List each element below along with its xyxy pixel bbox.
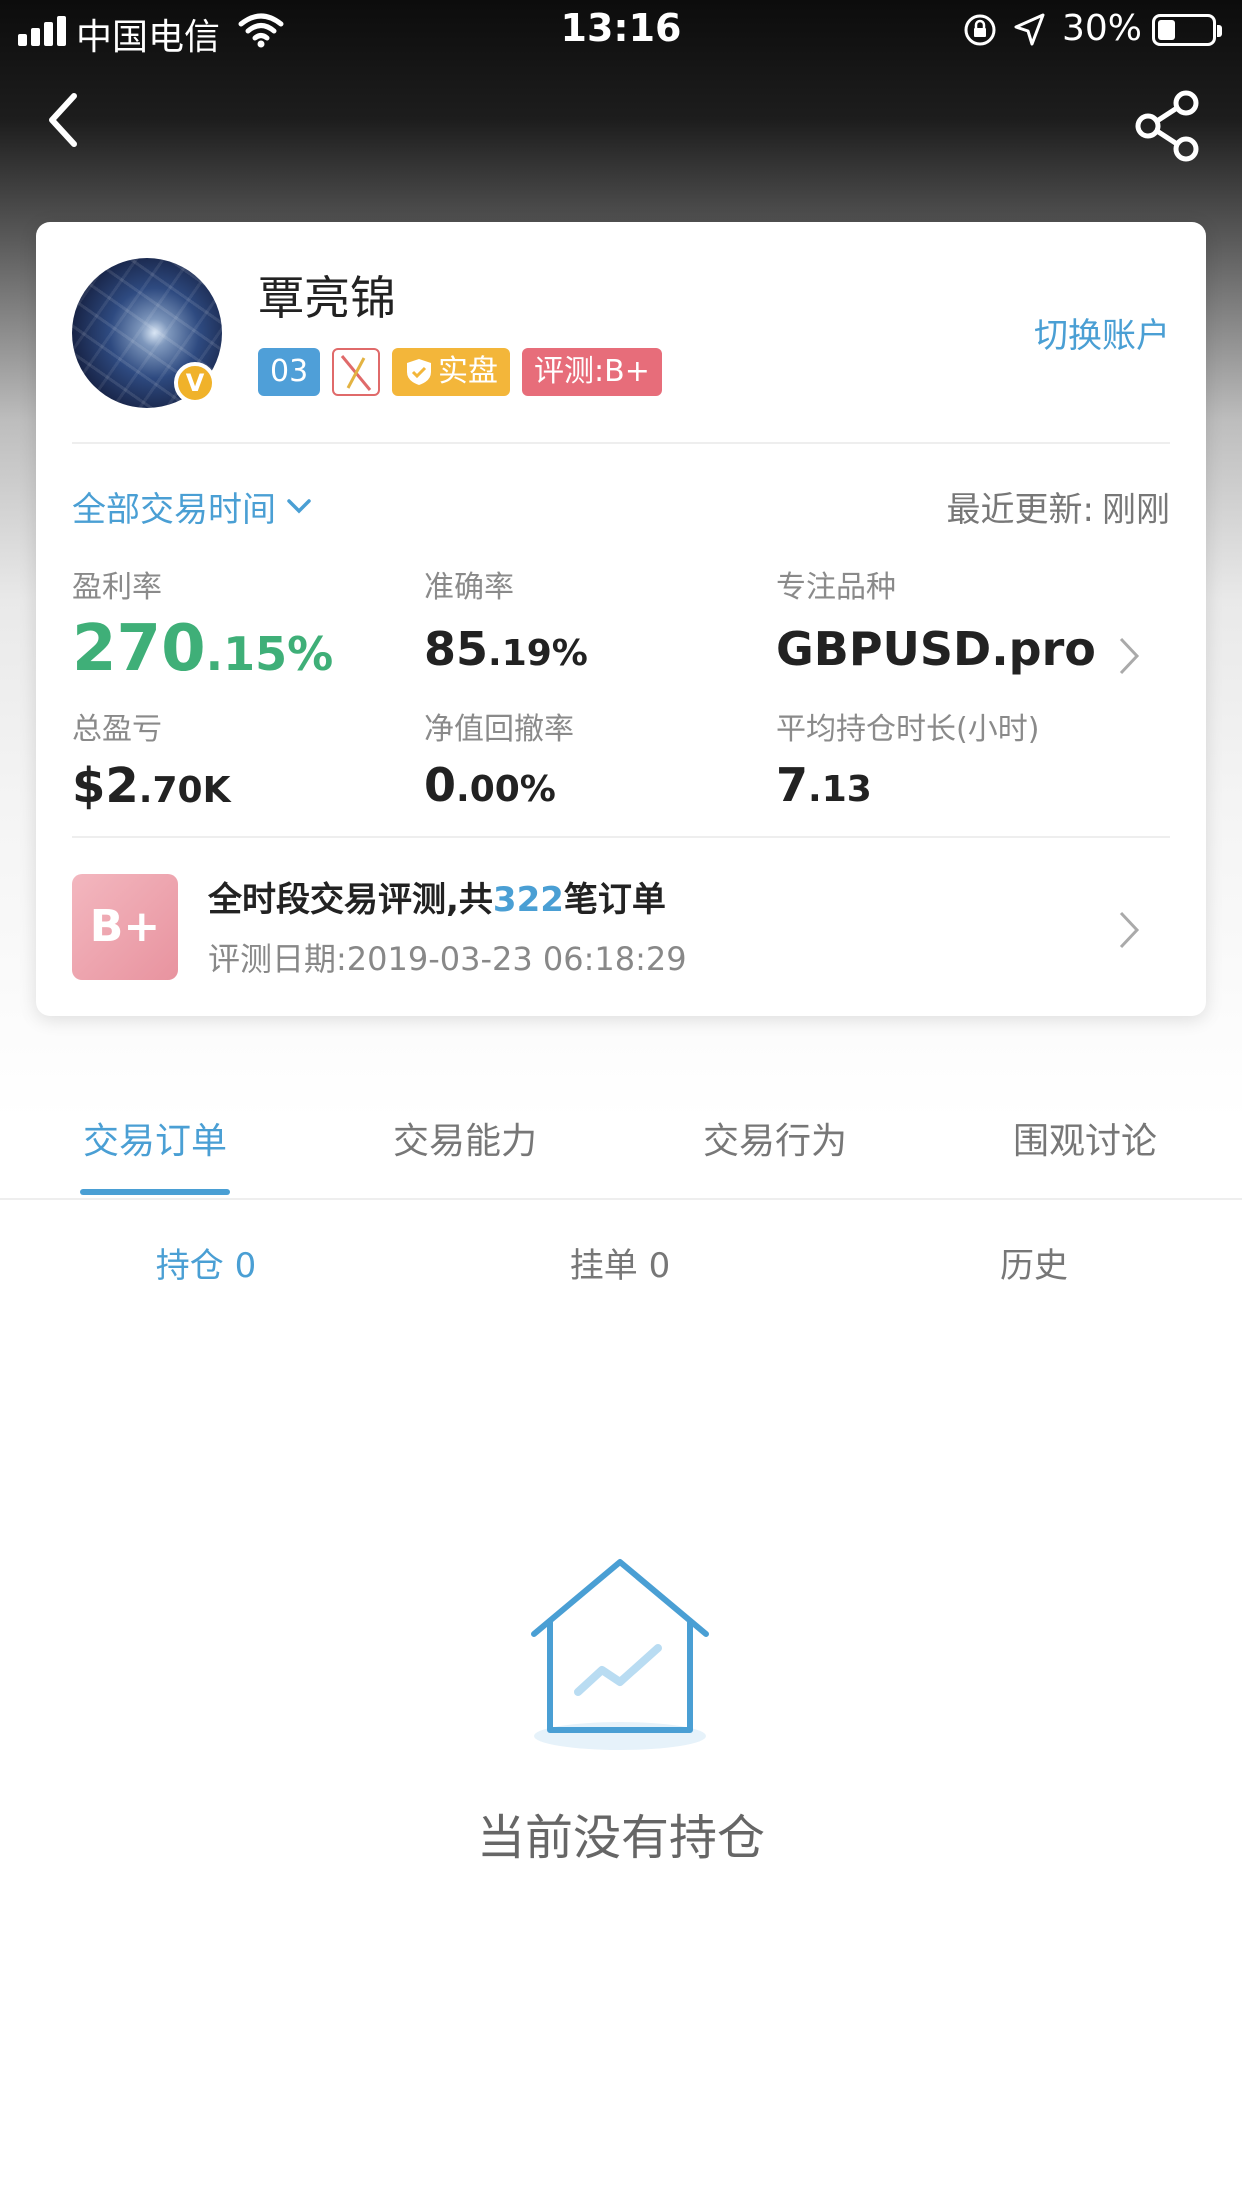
x-tag-icon — [332, 348, 380, 396]
stat-label: 盈利率 — [72, 570, 162, 605]
stat-total-pnl: 总盈亏 $2.70K — [72, 704, 230, 814]
chevron-right-icon[interactable] — [1118, 910, 1140, 950]
tag-list: 03 实盘 评测:B+ — [258, 348, 662, 396]
evaluation-tag: 评测:B+ — [522, 348, 662, 396]
stat-focus-symbol[interactable]: 专注品种 GBPUSD.pro — [776, 562, 1096, 676]
empty-state-text: 当前没有持仓 — [476, 1810, 765, 1866]
subtab-pending-orders[interactable]: 挂单 0 — [470, 1238, 770, 1287]
back-icon[interactable] — [46, 92, 78, 148]
divider — [72, 836, 1170, 838]
period-label: 全部交易时间 — [72, 490, 276, 530]
profile-card: V 覃亮锦 03 实盘 评测:B+ 切换账户 全部交易时间 最近更新:刚刚 盈 — [36, 222, 1206, 1016]
stat-accuracy: 准确率 85.19% — [424, 562, 588, 676]
stat-value: 7.13 — [776, 758, 872, 812]
battery-percent: 30% — [1062, 8, 1143, 49]
tab-active-indicator — [80, 1189, 230, 1195]
stat-value: $2.70K — [72, 758, 231, 814]
stat-label: 净值回撤率 — [424, 712, 574, 747]
verified-badge: V — [174, 362, 216, 404]
tab-bar: 交易订单 交易能力 交易行为 围观讨论 — [0, 1080, 1242, 1200]
last-updated-label: 最近更新: — [946, 490, 1094, 530]
level-tag: 03 — [258, 348, 320, 396]
battery-icon — [1152, 14, 1222, 46]
tab-trade-ability[interactable]: 交易能力 — [355, 1112, 575, 1164]
stat-avg-hold: 平均持仓时长(小时) 7.13 — [776, 704, 1039, 812]
stat-drawdown: 净值回撤率 0.00% — [424, 704, 574, 812]
share-icon[interactable] — [1132, 90, 1204, 162]
subtab-bar: 持仓 0 挂单 0 历史 — [0, 1238, 1242, 1298]
real-account-label: 实盘 — [438, 354, 498, 389]
shield-check-icon — [407, 359, 431, 385]
period-selector[interactable]: 全部交易时间 — [72, 482, 312, 531]
order-count: 322 — [492, 880, 564, 920]
last-updated-value: 刚刚 — [1102, 490, 1170, 530]
rotation-lock-icon — [964, 14, 996, 46]
grade-icon: B+ — [72, 874, 178, 980]
status-bar: 中国电信 13:16 30% — [0, 0, 1242, 62]
tab-trade-orders[interactable]: 交易订单 — [45, 1112, 265, 1164]
stat-profit-rate: 盈利率 270.15% — [72, 562, 333, 686]
clock: 13:16 — [560, 6, 682, 50]
stat-label: 专注品种 — [776, 570, 896, 605]
stat-label: 总盈亏 — [72, 712, 162, 747]
stat-label: 准确率 — [424, 570, 514, 605]
stat-value: 270.15% — [72, 612, 334, 686]
tab-trade-behavior[interactable]: 交易行为 — [665, 1112, 885, 1164]
stat-value: GBPUSD.pro — [776, 622, 1096, 676]
empty-house-icon — [531, 1559, 709, 1750]
last-updated: 最近更新: 刚刚 — [947, 482, 1170, 531]
evaluation-title: 全时段交易评测,共322笔订单 — [208, 880, 666, 920]
user-name: 覃亮锦 — [258, 271, 396, 325]
stat-value: 85.19% — [424, 622, 588, 676]
switch-account-link[interactable]: 切换账户 — [1034, 308, 1170, 357]
divider — [72, 442, 1170, 444]
tab-discussion[interactable]: 围观讨论 — [975, 1112, 1195, 1164]
subtab-positions[interactable]: 持仓 0 — [56, 1238, 356, 1287]
evaluation-row[interactable]: B+ 全时段交易评测,共322笔订单 评测日期:2019-03-23 06:18… — [72, 872, 1170, 982]
stat-value: 0.00% — [424, 758, 556, 812]
real-account-tag: 实盘 — [392, 348, 510, 396]
chevron-right-icon[interactable] — [1118, 636, 1140, 676]
evaluation-date: 评测日期:2019-03-23 06:18:29 — [208, 940, 687, 978]
chevron-down-icon — [287, 498, 311, 513]
location-icon — [1014, 13, 1045, 46]
subtab-history[interactable]: 历史 — [884, 1238, 1184, 1287]
stat-label: 平均持仓时长(小时) — [776, 712, 1040, 747]
